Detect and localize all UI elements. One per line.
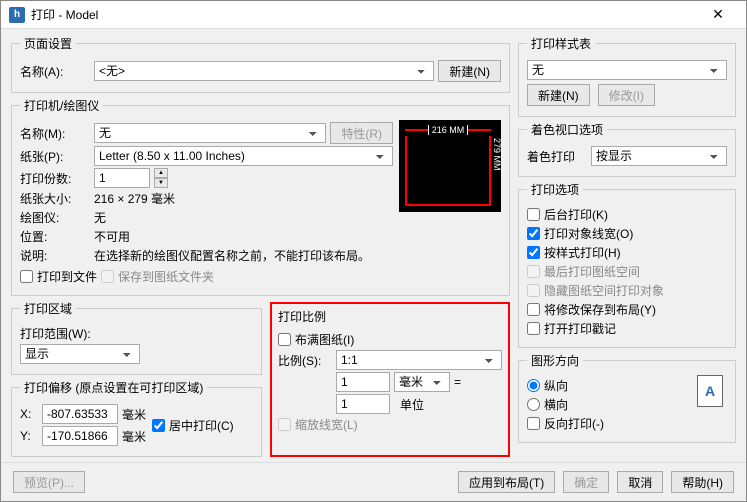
y-unit: 毫米 (122, 428, 146, 445)
plotter-label: 绘图仪: (20, 209, 90, 226)
viewport-legend: 着色视口选项 (527, 121, 607, 138)
app-icon: h (9, 7, 25, 23)
page-name-select[interactable]: <无> (94, 61, 434, 81)
apply-button[interactable]: 应用到布局(T) (458, 471, 555, 493)
desc-value: 在选择新的绘图仪配置名称之前，不能打印该布局。 (94, 247, 393, 264)
scale-num2-input[interactable] (336, 394, 390, 414)
offset-group: 打印偏移 (原点设置在可打印区域) X: 毫米 Y: 毫米 居中打印(C) (11, 379, 262, 457)
page-setup-group: 页面设置 名称(A): <无> 新建(N) (11, 35, 510, 93)
scale-lw-checkbox: 缩放线宽(L) (278, 416, 358, 433)
style-checkbox[interactable]: 按样式打印(H) (527, 244, 621, 261)
options-group: 打印选项 后台打印(K) 打印对象线宽(O) 按样式打印(H) 最后打印图纸空间… (518, 181, 736, 348)
size-value: 216 × 279 毫米 (94, 190, 175, 207)
paper-last-checkbox: 最后打印图纸空间 (527, 263, 640, 280)
printer-group: 打印机/绘图仪 名称(M): 无 特性(R) 纸张(P): Letter (8.… (11, 97, 510, 296)
location-value: 不可用 (94, 228, 130, 245)
hide-checkbox: 隐藏图纸空间打印对象 (527, 282, 664, 299)
copies-label: 打印份数: (20, 170, 90, 187)
printer-name-select[interactable]: 无 (94, 123, 326, 143)
unit2-label: 单位 (400, 396, 424, 413)
orient-icon: A (697, 375, 723, 407)
ratio-select[interactable]: 1:1 (336, 350, 502, 370)
page-new-button[interactable]: 新建(N) (438, 60, 501, 82)
scale-group-highlighted: 打印比例 布满图纸(I) 比例(S):1:1 毫米 = 单位 缩放线宽(L) (270, 302, 510, 457)
scale-legend: 打印比例 (278, 308, 502, 325)
lw-checkbox[interactable]: 打印对象线宽(O) (527, 225, 633, 242)
x-label: X: (20, 407, 38, 421)
options-legend: 打印选项 (527, 181, 583, 198)
shade-label: 着色打印 (527, 148, 587, 165)
cancel-button[interactable]: 取消 (617, 471, 663, 493)
help-button[interactable]: 帮助(H) (671, 471, 734, 493)
button-row: 预览(P)... 应用到布局(T) 确定 取消 帮助(H) (1, 462, 746, 501)
scale-unit1-select[interactable]: 毫米 (394, 372, 450, 392)
copies-input[interactable] (94, 168, 150, 188)
range-select[interactable]: 显示 (20, 344, 140, 364)
save-checkbox[interactable]: 将修改保存到布局(Y) (527, 301, 656, 318)
orient-group: 图形方向 纵向 横向 反向打印(-) A (518, 352, 736, 443)
paper-preview: 216 MM 279 MM (399, 120, 501, 212)
reverse-checkbox[interactable]: 反向打印(-) (527, 415, 604, 432)
landscape-radio[interactable]: 横向 (527, 396, 568, 413)
center-checkbox[interactable]: 居中打印(C) (152, 417, 234, 434)
paper-select[interactable]: Letter (8.50 x 11.00 Inches) (94, 146, 393, 166)
page-name-label: 名称(A): (20, 63, 90, 80)
printer-props-button[interactable]: 特性(R) (330, 122, 393, 144)
size-label: 纸张大小: (20, 190, 90, 207)
area-legend: 打印区域 (20, 300, 76, 317)
portrait-radio[interactable]: 纵向 (527, 377, 568, 394)
styles-group: 打印样式表 无 新建(N) 修改(I) (518, 35, 736, 117)
styles-edit-button[interactable]: 修改(I) (598, 84, 655, 106)
ratio-label: 比例(S): (278, 352, 332, 369)
copies-spinner[interactable]: ▲▼ (154, 168, 168, 188)
x-input[interactable] (42, 404, 118, 424)
y-label: Y: (20, 429, 38, 443)
shade-select[interactable]: 按显示 (591, 146, 727, 166)
print-to-file-checkbox[interactable]: 打印到文件 (20, 268, 97, 285)
titlebar: h 打印 - Model ✕ (1, 1, 746, 29)
y-input[interactable] (42, 426, 118, 446)
window-title: 打印 - Model (31, 6, 698, 23)
page-setup-legend: 页面设置 (20, 35, 76, 52)
range-label: 打印范围(W): (20, 325, 91, 342)
printer-name-label: 名称(M): (20, 125, 90, 142)
close-icon[interactable]: ✕ (698, 6, 738, 23)
stamp-checkbox[interactable]: 打开打印戳记 (527, 320, 616, 337)
location-label: 位置: (20, 228, 90, 245)
scale-num1-input[interactable] (336, 372, 390, 392)
eq-label: = (454, 375, 461, 389)
bg-checkbox[interactable]: 后台打印(K) (527, 206, 608, 223)
styles-new-button[interactable]: 新建(N) (527, 84, 590, 106)
plotter-value: 无 (94, 209, 106, 226)
preview-button[interactable]: 预览(P)... (13, 471, 85, 493)
ok-button[interactable]: 确定 (563, 471, 609, 493)
content: 页面设置 名称(A): <无> 新建(N) 打印机/绘图仪 名称(M): 无 特… (1, 29, 746, 462)
desc-label: 说明: (20, 247, 90, 264)
styles-select[interactable]: 无 (527, 60, 727, 80)
printer-legend: 打印机/绘图仪 (20, 97, 103, 114)
preview-width: 216 MM (428, 125, 469, 135)
area-group: 打印区域 打印范围(W): 显示 (11, 300, 262, 375)
orient-legend: 图形方向 (527, 352, 583, 369)
offset-legend: 打印偏移 (原点设置在可打印区域) (20, 379, 207, 396)
viewport-group: 着色视口选项 着色打印按显示 (518, 121, 736, 177)
styles-legend: 打印样式表 (527, 35, 595, 52)
x-unit: 毫米 (122, 406, 146, 423)
fit-checkbox[interactable]: 布满图纸(I) (278, 331, 354, 348)
save-folder-checkbox: 保存到图纸文件夹 (101, 268, 214, 285)
print-dialog: h 打印 - Model ✕ 页面设置 名称(A): <无> 新建(N) 打印机… (0, 0, 747, 502)
paper-label: 纸张(P): (20, 148, 90, 165)
preview-height: 279 MM (492, 136, 502, 173)
